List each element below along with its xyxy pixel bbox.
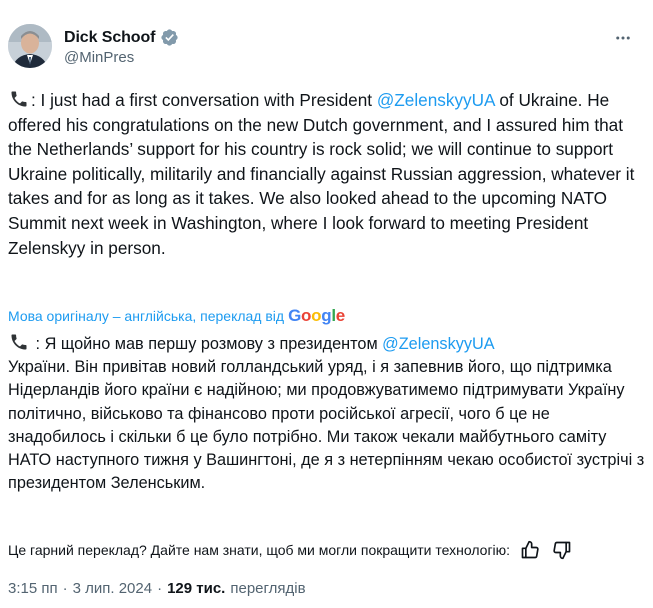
more-options-icon[interactable] (609, 26, 637, 50)
thumbs-down-icon[interactable] (552, 540, 572, 560)
mention-link[interactable]: @ZelenskyyUA (377, 90, 495, 110)
handle[interactable]: @MinPres (64, 49, 179, 66)
name-row: Dick Schoof (64, 28, 179, 47)
tweet-date[interactable]: 3 лип. 2024 (73, 580, 152, 597)
translated-text-part-2: України. Він привітав новий голландський… (8, 358, 645, 493)
feedback-prompt: Це гарний переклад? Дайте нам знати, щоб… (8, 542, 511, 558)
tweet-text: : I just had a first conversation with P… (8, 88, 640, 260)
verified-badge-icon[interactable] (160, 28, 179, 47)
feedback-buttons (520, 540, 572, 560)
translated-text-part-1: : Я щойно мав першу розмову з президенто… (31, 335, 383, 353)
tweet-time[interactable]: 3:15 пп (8, 580, 58, 597)
views-label: переглядів (230, 580, 306, 597)
author-info: Dick Schoof @MinPres (64, 28, 179, 66)
translated-mention-link[interactable]: @ZelenskyyUA (382, 335, 494, 353)
translation-source-label: Мова оригіналу – англійська, переклад ві… (8, 308, 285, 324)
telephone-receiver-icon (8, 89, 30, 109)
translation-feedback: Це гарний переклад? Дайте нам знати, щоб… (8, 540, 641, 560)
thumbs-up-icon[interactable] (520, 540, 540, 560)
tweet-text-part-1: : I just had a first conversation with P… (31, 90, 377, 110)
google-logo: Google (288, 306, 345, 325)
translation-source[interactable]: Мова оригіналу – англійська, переклад ві… (8, 306, 345, 326)
display-name[interactable]: Dick Schoof (64, 29, 155, 47)
views-count[interactable]: 129 тис. (167, 580, 225, 597)
tweet-text-part-2: of Ukraine. He offered his congratulatio… (8, 90, 640, 258)
avatar[interactable] (8, 24, 52, 68)
translated-text: : Я щойно мав першу розмову з президенто… (8, 332, 648, 495)
meta-separator: · (62, 580, 68, 597)
tweet-header: Dick Schoof @MinPres (8, 24, 641, 74)
tweet-meta: 3:15 пп · 3 лип. 2024 · 129 тис. перегля… (8, 580, 306, 597)
meta-separator: · (157, 580, 163, 597)
telephone-receiver-icon (8, 332, 30, 352)
